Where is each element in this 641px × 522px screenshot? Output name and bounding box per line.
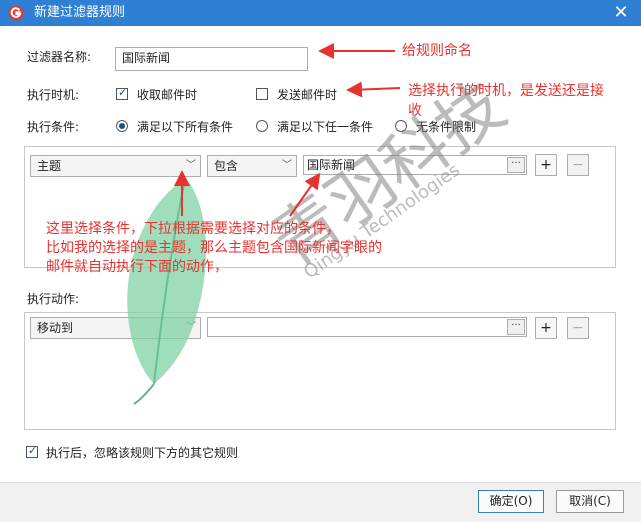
remove-action-button[interactable]: −: [567, 317, 589, 339]
radio-all-conditions[interactable]: [116, 120, 128, 132]
app-logo-icon: [8, 5, 24, 21]
radio-selected-dot: [119, 123, 125, 129]
actions-label: 执行动作:: [27, 292, 80, 306]
radio-no-condition[interactable]: [395, 120, 407, 132]
receive-checkbox[interactable]: ✓: [116, 86, 128, 100]
condition-value-input[interactable]: 国际新闻 ···: [303, 155, 527, 175]
radio-any-label[interactable]: 满足以下任一条件: [277, 118, 373, 135]
filter-name-label: 过滤器名称:: [27, 50, 92, 64]
ok-button[interactable]: 确定(O): [478, 490, 544, 513]
condition-field-value: 主题: [37, 159, 62, 173]
condition-operator-value: 包含: [214, 159, 239, 173]
annotation-condition-hint-1: 这里选择条件，下拉根据需要选择对应的条件，: [46, 221, 340, 237]
dialog-footer: 确定(O) 取消(C): [0, 482, 641, 522]
condition-operator-select[interactable]: 包含 ﹀: [207, 155, 297, 177]
chevron-down-icon: ﹀: [186, 160, 196, 171]
filter-name-value: 国际新闻: [122, 51, 171, 65]
action-value: 移动到: [37, 321, 74, 335]
ignore-rules-checkbox[interactable]: ✓: [26, 444, 38, 458]
add-action-button[interactable]: +: [535, 317, 557, 339]
add-condition-button[interactable]: +: [535, 154, 557, 176]
radio-all-label[interactable]: 满足以下所有条件: [137, 118, 233, 135]
radio-any-condition[interactable]: [256, 120, 268, 132]
radio-none-label[interactable]: 无条件限制: [416, 118, 476, 135]
annotation-timing-hint-2: 收: [408, 103, 422, 119]
ignore-rules-label[interactable]: 执行后，忽略该规则下方的其它规则: [46, 444, 238, 461]
receive-label[interactable]: 收取邮件时: [137, 86, 197, 103]
filter-name-input[interactable]: 国际新闻: [115, 47, 308, 71]
feather-watermark-icon: [127, 178, 206, 405]
check-icon: ✓: [28, 444, 38, 457]
check-icon: ✓: [118, 86, 128, 99]
annotation-condition-hint-3: 邮件就自动执行下面的动作，: [46, 259, 228, 275]
annotation-condition-hint-2: 比如我的选择的是主题，那么主题包含国际新闻字眼的: [46, 240, 382, 256]
annotation-timing-hint-1: 选择执行的时机，是发送还是接: [408, 83, 604, 99]
window-title: 新建过滤器规则: [34, 5, 126, 20]
condition-value-text: 国际新闻: [307, 158, 356, 172]
action-target-input[interactable]: ···: [207, 317, 527, 337]
remove-condition-button[interactable]: −: [567, 154, 589, 176]
chevron-down-icon: ﹀: [282, 160, 292, 171]
timing-label: 执行时机:: [27, 88, 80, 102]
annotation-name-hint: 给规则命名: [402, 43, 472, 59]
title-bar: 新建过滤器规则 ✕: [0, 0, 641, 26]
dialog-body: 过滤器名称: 国际新闻 执行时机: ✓ 收取邮件时 发送邮件时 执行条件: 满足…: [0, 26, 641, 522]
action-browse-button[interactable]: ···: [507, 319, 525, 335]
send-label[interactable]: 发送邮件时: [277, 86, 337, 103]
condition-label: 执行条件:: [27, 120, 80, 134]
send-checkbox[interactable]: [256, 88, 268, 100]
cancel-button[interactable]: 取消(C): [556, 490, 624, 513]
condition-browse-button[interactable]: ···: [507, 157, 525, 173]
close-button[interactable]: ✕: [611, 3, 631, 23]
